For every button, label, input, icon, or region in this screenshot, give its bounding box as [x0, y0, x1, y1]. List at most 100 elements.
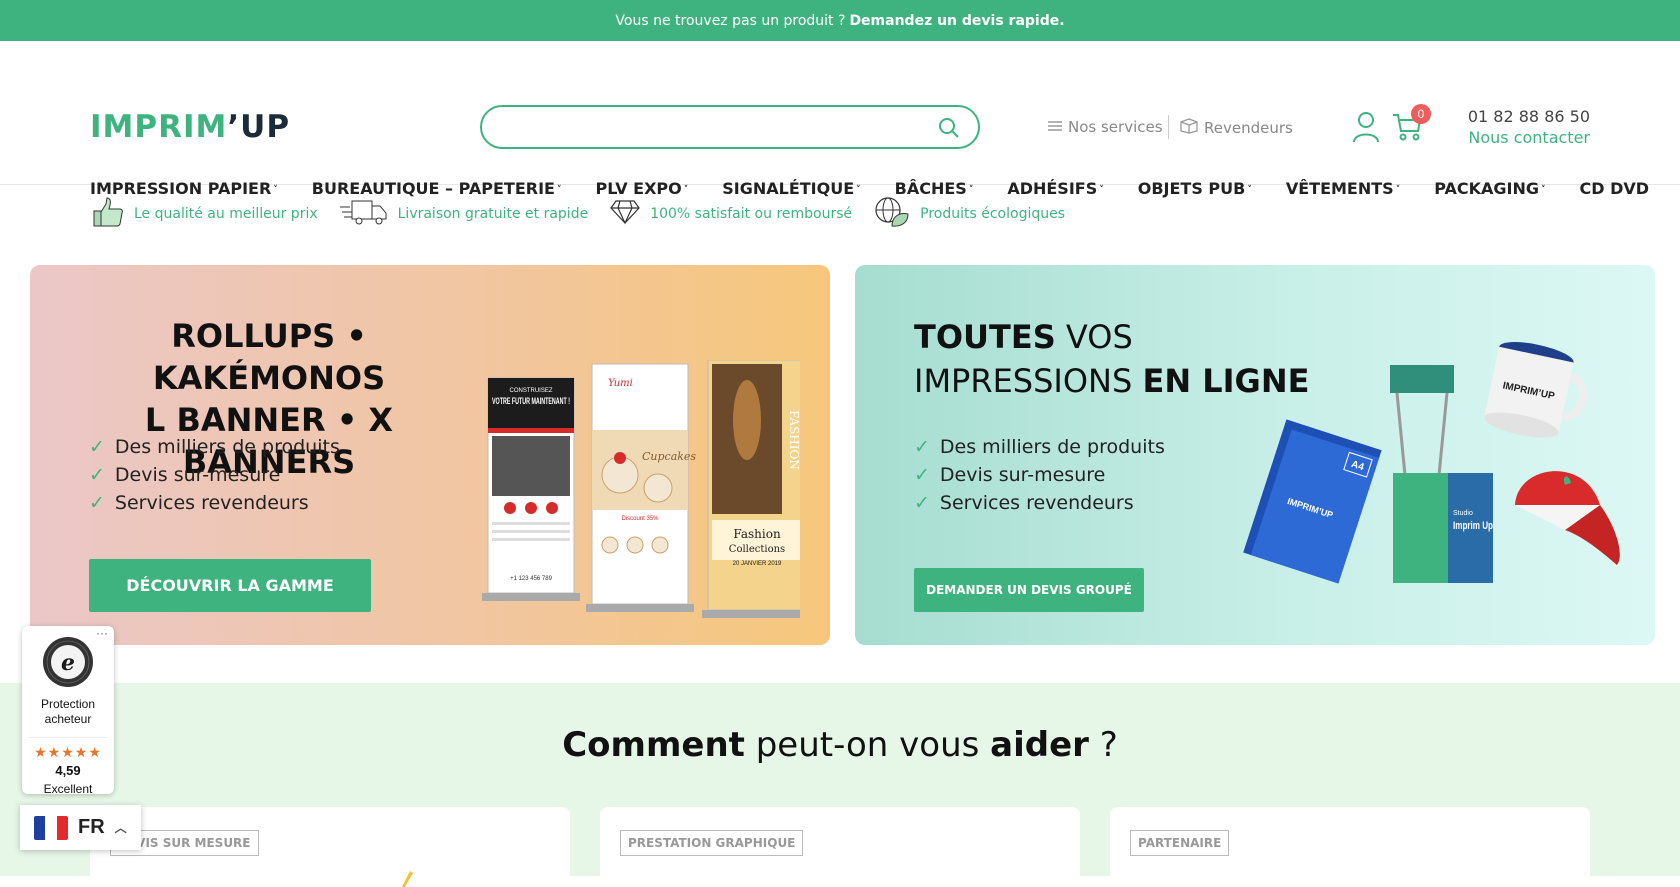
announcement-text: Vous ne trouvez pas un produit ?: [615, 12, 846, 29]
resellers-label: Revendeurs: [1204, 119, 1293, 137]
stand-brand: Imprim Up: [1453, 520, 1493, 532]
feature-delivery: Livraison gratuite et rapide: [339, 197, 589, 231]
banner-checklist: ✓ Des milliers de produits ✓ Devis sur-mes…: [914, 433, 1165, 517]
nav-item-vetements[interactable]: VÊTEMENTS ˅: [1286, 179, 1400, 198]
quote-request-link[interactable]: Demandez un devis rapide.: [849, 13, 1064, 29]
feature-label: Le qualité au meilleur prix: [134, 206, 318, 222]
rating-stars: ★★★★★: [29, 737, 107, 761]
chevron-down-icon: ˅: [1540, 184, 1546, 195]
search-bar: [480, 105, 980, 149]
trusted-shops-widget[interactable]: ··· e Protection acheteur ★★★★★ 4,59 Exc…: [22, 626, 114, 796]
help-title-middle: peut-on vous: [755, 725, 980, 765]
check-item: ✓ Devis sur-mesure: [89, 461, 340, 489]
feature-satisfaction: 100% satisfait ou remboursé: [610, 199, 852, 229]
more-options-icon[interactable]: ···: [96, 626, 108, 640]
chevron-down-icon: ˅: [273, 184, 278, 195]
search-icon[interactable]: [938, 117, 960, 144]
announcement-bar: Vous ne trouvez pas un produit ? Demande…: [0, 0, 1680, 41]
rollup-displays-image: CONSTRUISEZ VOTRE FUTUR MAINTENANT ! +1 …: [482, 360, 800, 618]
trusted-shops-seal-icon: e: [43, 637, 93, 687]
card-partner[interactable]: PARTENAIRE: [1110, 807, 1590, 887]
check-icon: ✓: [914, 436, 930, 458]
check-icon: ✓: [89, 436, 105, 458]
rollup3-title: Fashion: [733, 527, 781, 541]
chevron-down-icon: ˅: [683, 184, 689, 195]
help-title-end: ?: [1099, 725, 1118, 765]
check-icon: ✓: [914, 492, 930, 514]
nav-item-packaging[interactable]: PACKAGING ˅: [1434, 179, 1545, 198]
discover-range-button[interactable]: DÉCOUVRIR LA GAMME: [89, 559, 371, 612]
nav-label: VÊTEMENTS: [1285, 179, 1394, 198]
logo-part1: IMPRIM: [90, 109, 228, 145]
check-label: Services revendeurs: [939, 492, 1134, 514]
help-title-bold: aider: [990, 725, 1089, 765]
rollup2-badge: Discount 35%: [621, 516, 659, 522]
feature-label: Livraison gratuite et rapide: [397, 206, 589, 222]
help-title-bold: Comment: [562, 725, 745, 765]
feature-label: Produits écologiques: [920, 206, 1066, 222]
feature-eco: Produits écologiques: [874, 196, 1065, 232]
group-quote-button[interactable]: DEMANDER UN DEVIS GROUPÉ: [914, 568, 1144, 612]
feature-label: 100% satisfait ou remboursé: [650, 206, 853, 222]
logo-apostrophe: ’: [227, 109, 241, 145]
chevron-down-icon: ˅: [856, 184, 861, 195]
nav-label: PACKAGING: [1434, 179, 1539, 198]
search-input[interactable]: [502, 107, 942, 147]
card-tag: PARTENAIRE: [1130, 830, 1230, 856]
nav-label: CD DVD: [1579, 179, 1650, 198]
feature-quality: Le qualité au meilleur prix: [92, 196, 318, 232]
rating-score: 4,59: [55, 763, 81, 778]
phone-number[interactable]: 01 82 88 86 50: [1468, 107, 1590, 126]
check-item: ✓ Devis sur-mesure: [914, 461, 1165, 489]
help-title: Comment peut-on vous aider ?: [0, 725, 1680, 765]
language-code: FR: [78, 816, 105, 838]
rating-label: Excellent: [43, 782, 93, 796]
title-bold: TOUTES: [914, 318, 1056, 356]
banner-title-line1: ROLLUPS • KAKÉMONOS: [152, 317, 386, 397]
chevron-down-icon: ˅: [1099, 184, 1104, 195]
france-flag-icon: [34, 815, 68, 840]
rollups-banner[interactable]: ROLLUPS • KAKÉMONOS L BANNER • X BANNERS …: [30, 265, 830, 645]
header-divider: [1168, 115, 1169, 139]
nav-item-objets-pub[interactable]: OBJETS PUB ˅: [1138, 179, 1252, 198]
card-custom-quote[interactable]: DEVIS SUR MESURE: [90, 807, 570, 887]
truck-icon: [339, 197, 398, 231]
check-label: Devis sur-mesure: [939, 464, 1106, 486]
check-item: ✓ Des milliers de produits: [914, 433, 1165, 461]
chevron-down-icon: ˅: [1247, 184, 1252, 195]
rollup1-title: VOTRE FUTUR MAINTENANT !: [492, 396, 570, 406]
check-label: Services revendeurs: [114, 492, 309, 514]
language-selector[interactable]: FR ︿: [20, 805, 141, 850]
rollup1-phone: +1 123 456 789: [510, 576, 553, 582]
help-section: Comment peut-on vous aider ? DEVIS SUR M…: [0, 683, 1680, 887]
card-graphic-service[interactable]: PRESTATION GRAPHIQUE: [600, 807, 1080, 887]
chevron-down-icon: ˅: [968, 184, 974, 195]
title-normal: IMPRESSIONS: [914, 362, 1133, 400]
services-label: Nos services: [1068, 118, 1163, 136]
resellers-link[interactable]: Revendeurs: [1180, 118, 1293, 138]
all-prints-banner[interactable]: TOUTES VOS IMPRESSIONS EN LIGNE ✓ Des mill…: [855, 265, 1655, 645]
check-icon: ✓: [914, 464, 930, 486]
check-item: ✓ Services revendeurs: [914, 489, 1165, 517]
account-icon[interactable]: [1353, 111, 1379, 148]
nav-label: OBJETS PUB: [1137, 179, 1246, 198]
chevron-up-icon: ︿: [114, 821, 127, 835]
logo[interactable]: IMPRIM’UP: [90, 109, 290, 145]
diamond-icon: [610, 199, 650, 229]
contact-link[interactable]: Nous contacter: [1468, 128, 1590, 147]
chevron-down-icon: ˅: [556, 184, 562, 195]
printed-products-image: A4 IMPRIM’UP Studio Imprim Up IMPRIM’UP: [1243, 342, 1620, 584]
title-normal: VOS: [1065, 318, 1133, 356]
check-label: Des milliers de produits: [114, 436, 340, 458]
box-icon: [1180, 118, 1198, 138]
services-link[interactable]: Nos services: [1048, 118, 1163, 136]
rollup2-title: Yumi: [608, 378, 633, 389]
stand-small: Studio: [1453, 510, 1473, 517]
site-header: IMPRIM’UP Nos services Revendeurs 0 01 8…: [0, 41, 1680, 198]
card-tag: PRESTATION GRAPHIQUE: [620, 830, 804, 856]
nav-item-cd-dvd[interactable]: CD DVD: [1579, 179, 1649, 198]
logo-part2: UP: [240, 109, 291, 145]
check-label: Des milliers de produits: [939, 436, 1165, 458]
contact-block: 01 82 88 86 50 Nous contacter: [1468, 107, 1590, 147]
buyer-protection-label: Protection acheteur: [40, 697, 96, 726]
